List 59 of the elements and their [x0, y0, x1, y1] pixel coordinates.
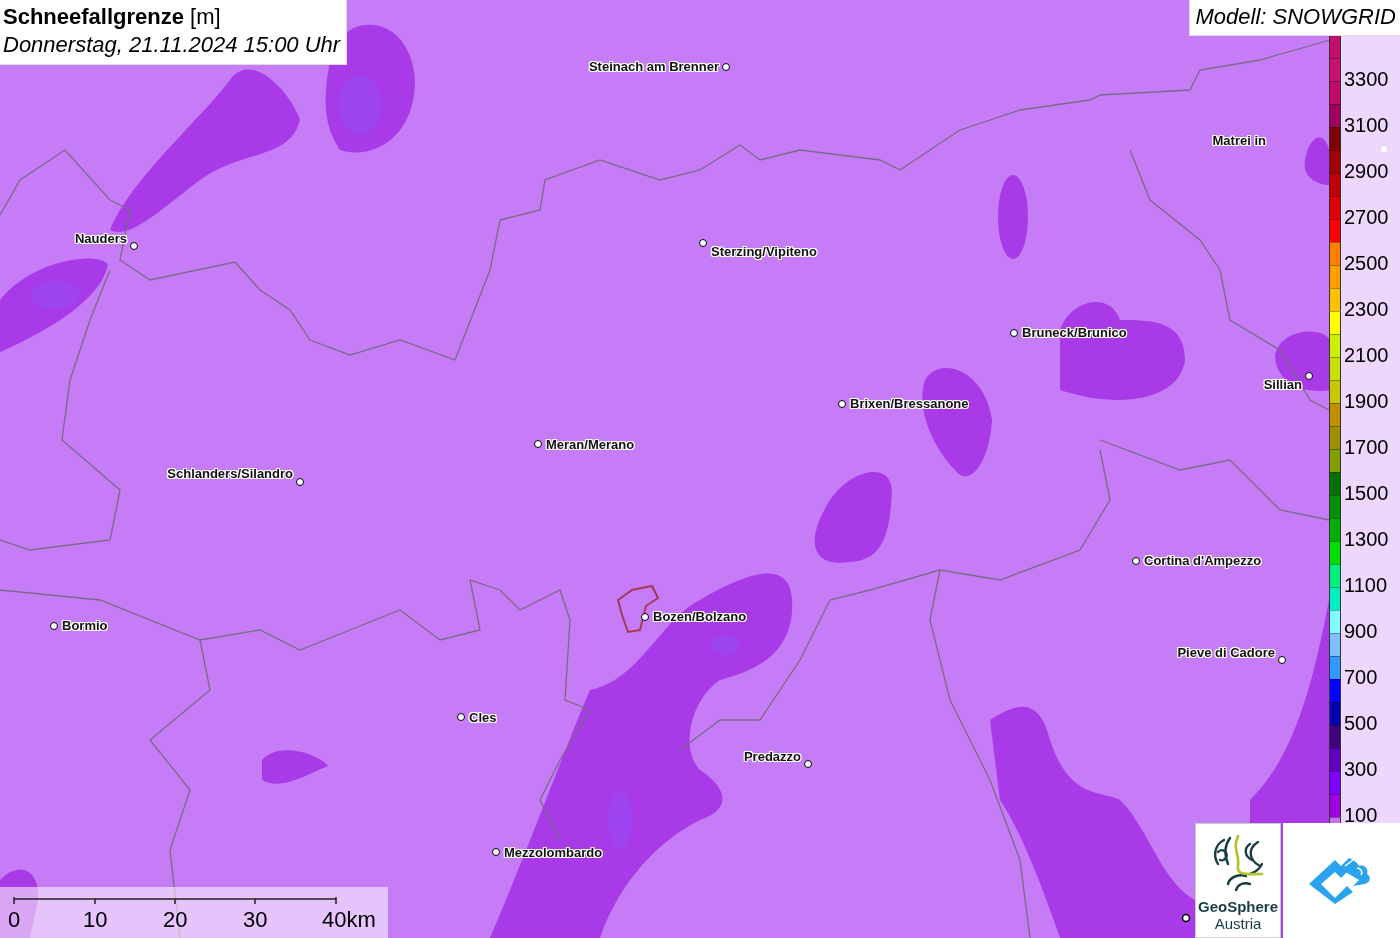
place-label: Sterzing/Vipiteno — [711, 244, 817, 260]
scale-value-label: 2500 — [1343, 251, 1390, 275]
scale-value-label: 900 — [1343, 619, 1379, 643]
place-label: Cles — [469, 710, 497, 726]
place-dot-icon — [1010, 329, 1018, 337]
scale-tick-label: 10 — [83, 907, 108, 933]
scale-value-label: 1700 — [1343, 435, 1390, 459]
place-label: Brixen/Bressanone — [850, 396, 969, 412]
logo-subtitle: Austria — [1214, 915, 1262, 932]
place-dot-icon — [838, 400, 846, 408]
place-label: Schlanders/Silandro — [167, 466, 293, 482]
scale-value-label: 2300 — [1343, 297, 1390, 321]
scale-tick-label: 40km — [322, 907, 376, 933]
model-label: Modell: SNOWGRID — [1188, 0, 1400, 36]
place-label: Bruneck/Brunico — [1022, 325, 1127, 341]
place-dot-icon — [804, 760, 812, 768]
logo-wordmark: GeoSphere — [1198, 898, 1278, 915]
place-label: Nauders — [74, 231, 127, 247]
scale-value-label: 2900 — [1343, 159, 1390, 183]
place-dot-icon — [130, 242, 138, 250]
scale-value-label: 300 — [1343, 757, 1379, 781]
place-label: Matrei in — [1212, 133, 1266, 149]
place-label: Bozen/Bolzano — [653, 609, 747, 625]
place-label: Mezzolombardo — [504, 845, 603, 861]
scale-value-label: 3100 — [1343, 113, 1390, 137]
place-dot-icon — [722, 63, 730, 71]
place-dot-icon — [1305, 372, 1313, 380]
place-label: Sillian — [1263, 377, 1302, 393]
place-dot-icon — [50, 622, 58, 630]
scale-tick-label: 0 — [8, 907, 21, 933]
scale-value-label: 700 — [1343, 665, 1379, 689]
place-dot-icon — [492, 848, 500, 856]
place-dot-icon — [641, 613, 649, 621]
forecast-datetime: Donnerstag, 21.11.2024 15:00 Uhr — [3, 31, 341, 59]
place-label: Predazzo — [743, 749, 801, 765]
scale-value-label: 2700 — [1343, 205, 1390, 229]
scale-value-label: 1100 — [1343, 573, 1388, 597]
scale-value-label: 1300 — [1343, 527, 1390, 551]
scale-value-label: 1500 — [1343, 481, 1390, 505]
place-dot-icon — [457, 713, 465, 721]
scale-tick-label: 30 — [243, 907, 268, 933]
scale-value-label: 100 — [1343, 803, 1379, 827]
scale-value-label: 1900 — [1343, 389, 1390, 413]
map-title: Schneefallgrenze [m] — [3, 3, 222, 31]
scale-value-label: 2100 — [1343, 343, 1390, 367]
place-dot-icon — [699, 239, 707, 247]
place-label: Meran/Merano — [546, 437, 635, 453]
place-label: Bormio — [62, 618, 108, 634]
place-dot-icon — [1380, 145, 1388, 153]
place-dot-icon — [296, 478, 304, 486]
place-label: Pieve di Cadore — [1177, 645, 1275, 661]
scale-value-label: 3300 — [1343, 67, 1390, 91]
place-label: Cortina d'Ampezzo — [1144, 553, 1262, 569]
scale-value-label: 500 — [1343, 711, 1379, 735]
place-label: Steinach am Brenner — [588, 59, 719, 75]
place-dot-icon — [1278, 656, 1286, 664]
place-dot-icon — [1132, 557, 1140, 565]
place-dot-icon — [534, 440, 542, 448]
scale-tick-label: 20 — [163, 907, 188, 933]
